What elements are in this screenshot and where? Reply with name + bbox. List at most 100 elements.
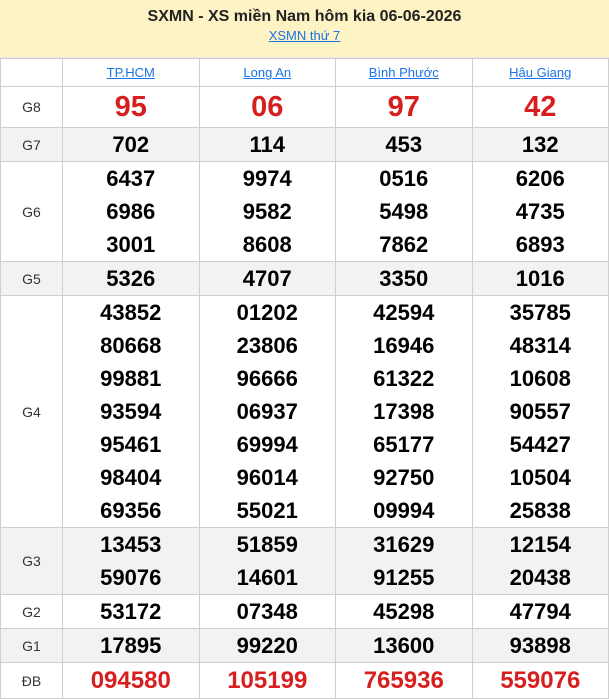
- prize-cell: 0516 5498 7862: [335, 161, 473, 262]
- prize-number: 92750: [373, 465, 435, 490]
- prize-number: 42: [524, 91, 557, 123]
- prize-number: 7862: [379, 232, 429, 257]
- prize-number: 17398: [373, 399, 435, 424]
- prize-number: 59076: [100, 565, 162, 590]
- prize-cell: 702: [62, 127, 200, 162]
- prize-label: G2: [0, 594, 63, 629]
- prize-number: 4707: [242, 266, 292, 291]
- prize-cell: 5326: [62, 261, 200, 296]
- prize-label: G5: [0, 261, 63, 296]
- prize-number: 06937: [236, 399, 298, 424]
- prize-number: 0516: [379, 166, 429, 191]
- prize-row-g7: G7 702 114 453 132: [0, 127, 609, 162]
- prize-number: 06: [251, 91, 284, 123]
- lottery-results-table: TP.HCM Long An Bình Phước Hậu Giang G8 95…: [0, 58, 609, 699]
- prize-cell: 094580: [62, 662, 200, 699]
- prize-cell: 105199: [198, 662, 336, 699]
- prize-number: 97: [387, 91, 420, 123]
- prize-cell: 3350: [335, 261, 473, 296]
- prize-label: G1: [0, 628, 63, 663]
- prize-number: 9974: [242, 166, 292, 191]
- prize-number: 45298: [373, 599, 435, 624]
- prize-number: 9582: [242, 199, 292, 224]
- prize-number: 5498: [379, 199, 429, 224]
- prize-number: 95: [114, 91, 147, 123]
- prize-cell: 4707: [198, 261, 336, 296]
- prize-number: 99220: [236, 633, 298, 658]
- prize-cell: 47794: [471, 594, 609, 629]
- prize-number: 35785: [509, 300, 571, 325]
- province-link[interactable]: Bình Phước: [369, 65, 439, 80]
- province-header-row: TP.HCM Long An Bình Phước Hậu Giang: [0, 58, 609, 87]
- prize-number: 1016: [515, 266, 565, 291]
- prize-cell: 132: [471, 127, 609, 162]
- prize-number: 094580: [90, 667, 171, 694]
- province-header: TP.HCM: [62, 58, 200, 87]
- xsmn-day-link[interactable]: XSMN thứ 7: [0, 28, 609, 44]
- prize-cell: 13600: [335, 628, 473, 663]
- prize-number: 90557: [509, 399, 571, 424]
- prize-number: 4735: [515, 199, 565, 224]
- prize-number: 51859: [236, 532, 298, 557]
- prize-number: 114: [249, 132, 286, 157]
- prize-row-g5: G5 5326 4707 3350 1016: [0, 261, 609, 296]
- prize-number: 6206: [515, 166, 565, 191]
- prize-row-g1: G1 17895 99220 13600 93898: [0, 628, 609, 663]
- province-header: Long An: [198, 58, 336, 87]
- prize-number: 10608: [509, 366, 571, 391]
- prize-cell: 12154 20438: [471, 527, 609, 595]
- prize-cell: 07348: [198, 594, 336, 629]
- prize-row-g8: G8 95 06 97 42: [0, 86, 609, 128]
- prize-number: 61322: [373, 366, 435, 391]
- prize-number: 98404: [100, 465, 162, 490]
- prize-number: 48314: [509, 333, 571, 358]
- prize-number: 20438: [509, 565, 571, 590]
- prize-number: 42594: [373, 300, 435, 325]
- prize-number: 99881: [100, 366, 162, 391]
- prize-cell: 95: [62, 86, 200, 128]
- prize-number: 55021: [236, 498, 298, 523]
- province-header: Hậu Giang: [471, 58, 609, 87]
- prize-cell: 765936: [335, 662, 473, 699]
- prize-number: 96014: [236, 465, 298, 490]
- prize-number: 17895: [100, 633, 162, 658]
- prize-number: 10504: [509, 465, 571, 490]
- prize-number: 6986: [106, 199, 156, 224]
- prize-number: 91255: [373, 565, 435, 590]
- prize-cell: 45298: [335, 594, 473, 629]
- prize-number: 01202: [236, 300, 298, 325]
- prize-number: 14601: [236, 565, 298, 590]
- prize-label: G3: [0, 527, 63, 595]
- prize-row-g3: G3 13453 59076 51859 14601 31629 91255 12154 204…: [0, 527, 609, 595]
- prize-number: 16946: [373, 333, 435, 358]
- prize-number: 47794: [509, 599, 571, 624]
- prize-cell: 453: [335, 127, 473, 162]
- prize-number: 23806: [236, 333, 298, 358]
- prize-row-db: ĐB 094580 105199 765936 559076: [0, 662, 609, 699]
- corner-cell: [0, 58, 63, 87]
- prize-cell: 42: [471, 86, 609, 128]
- prize-number: 13453: [100, 532, 162, 557]
- province-link[interactable]: Hậu Giang: [509, 65, 571, 80]
- prize-row-g2: G2 53172 07348 45298 47794: [0, 594, 609, 629]
- prize-cell: 31629 91255: [335, 527, 473, 595]
- prize-number: 69356: [100, 498, 162, 523]
- prize-number: 25838: [509, 498, 571, 523]
- prize-cell: 93898: [471, 628, 609, 663]
- province-link[interactable]: Long An: [243, 65, 291, 80]
- page-title: SXMN - XS miền Nam hôm kia 06-06-2026: [147, 8, 462, 25]
- prize-cell: 114: [198, 127, 336, 162]
- prize-row-g6: G6 6437 6986 3001 9974 9582 8608 0516 5498 7862 62…: [0, 161, 609, 262]
- prize-number: 65177: [373, 432, 435, 457]
- prize-row-g4: G4 43852 80668 99881 93594 95461 98404 69356 012…: [0, 295, 609, 528]
- prize-number: 31629: [373, 532, 435, 557]
- prize-number: 559076: [500, 667, 581, 694]
- prize-number: 765936: [363, 667, 444, 694]
- prize-label: G7: [0, 127, 63, 162]
- prize-cell: 13453 59076: [62, 527, 200, 595]
- prize-number: 3001: [106, 232, 156, 257]
- prize-cell: 43852 80668 99881 93594 95461 98404 69356: [62, 295, 200, 528]
- prize-number: 6437: [106, 166, 156, 191]
- province-link[interactable]: TP.HCM: [107, 65, 155, 80]
- prize-cell: 6206 4735 6893: [471, 161, 609, 262]
